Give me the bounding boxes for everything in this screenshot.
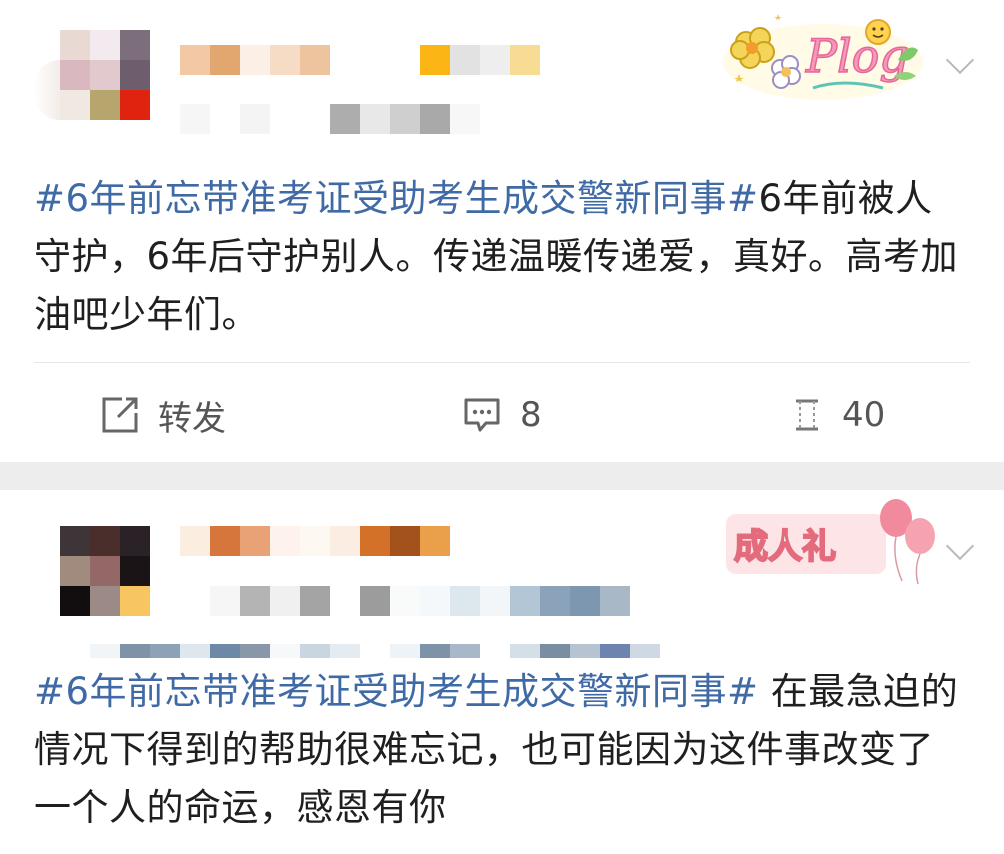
- chevron-down-icon[interactable]: [945, 531, 975, 561]
- post-card: 成人礼 #6年前忘带准考证受助考生成交警新同事# 在最急迫的情况下得到的帮助很难…: [0, 490, 1004, 854]
- source-line-blurred: [60, 644, 690, 658]
- comment-icon: [462, 395, 502, 435]
- like-count: 40: [842, 395, 886, 435]
- post-meta-blurred: [180, 104, 480, 134]
- post-meta-blurred: [210, 586, 630, 616]
- divider: [34, 362, 970, 363]
- feed-separator: [0, 462, 1004, 490]
- share-icon: [100, 395, 140, 435]
- hashtag-link[interactable]: #6年前忘带准考证受助考生成交警新同事#: [34, 670, 759, 713]
- post-text: #6年前忘带准考证受助考生成交警新同事#6年前被人守护，6年后守护别人。传递温暖…: [34, 170, 964, 344]
- svg-text:Plog: Plog: [805, 29, 909, 83]
- comment-button[interactable]: 8: [462, 380, 542, 450]
- post-text: #6年前忘带准考证受助考生成交警新同事# 在最急迫的情况下得到的帮助很难忘记，也…: [34, 663, 964, 837]
- avatar-edge: [34, 60, 60, 120]
- repost-button[interactable]: 转发: [100, 380, 226, 450]
- like-button[interactable]: 40: [790, 380, 885, 450]
- coming-of-age-sticker-icon: 成人礼: [720, 496, 950, 590]
- user-badge-blurred: [420, 45, 540, 75]
- avatar[interactable]: [60, 526, 150, 616]
- chevron-down-icon[interactable]: [945, 45, 975, 75]
- username-blurred[interactable]: [180, 45, 330, 75]
- post-card: Plog #6年前忘带准考证受助考生成交警新同事#6年前被人守护，6年后守护别人…: [0, 0, 1004, 462]
- username-blurred[interactable]: [180, 526, 450, 556]
- like-icon: [790, 395, 824, 435]
- repost-label: 转发: [158, 398, 226, 439]
- comment-count: 8: [520, 395, 542, 435]
- sticker-text: 成人礼: [734, 527, 836, 567]
- hashtag-link[interactable]: #6年前忘带准考证受助考生成交警新同事#: [34, 177, 759, 220]
- plog-sticker-icon: Plog: [718, 10, 928, 102]
- action-bar: 转发 8 40: [0, 380, 1004, 450]
- avatar[interactable]: [60, 30, 150, 120]
